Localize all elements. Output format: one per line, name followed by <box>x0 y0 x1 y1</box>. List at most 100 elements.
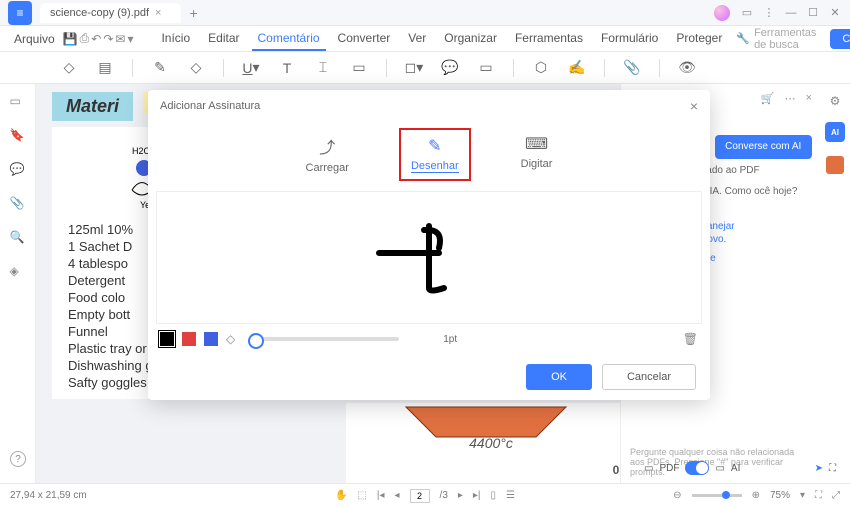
undo-icon[interactable]: ↶ <box>91 29 101 49</box>
thumbnails-icon[interactable]: ▭ <box>10 94 26 110</box>
modal-title: Adicionar Assinatura <box>160 100 260 112</box>
attachments-panel-icon[interactable]: 📎 <box>10 196 26 212</box>
left-rail: ▭ 🔖 💬 📎 🔍 ◈ <box>0 84 36 483</box>
more-icon[interactable]: ⋮ <box>760 4 778 22</box>
menu-comentario[interactable]: Comentário <box>252 27 326 51</box>
eraser-tool-icon[interactable]: ◇ <box>226 332 235 346</box>
show-comments-icon[interactable]: 👁 <box>678 59 696 77</box>
signature-canvas[interactable] <box>156 191 702 324</box>
user-avatar-icon[interactable] <box>714 5 730 21</box>
draw-icon: ✎ <box>428 136 441 156</box>
tab-title: science-copy (9).pdf <box>50 7 149 19</box>
page-number: 03 <box>613 463 620 477</box>
new-tab-button[interactable]: + <box>189 5 197 21</box>
minimize-button[interactable]: ― <box>782 4 800 22</box>
status-bar: 27,94 x 21,59 cm ✋ ⬚ |◂ ◂ /3 ▸ ▸| ▯ ☰ ⊖ … <box>0 483 850 507</box>
menu-editar[interactable]: Editar <box>202 27 245 51</box>
modal-close-button[interactable]: × <box>690 98 698 114</box>
color-blue-swatch[interactable] <box>204 332 218 346</box>
zoom-out-icon[interactable]: ⊖ <box>673 490 681 501</box>
app-logo: ≡ <box>8 1 32 25</box>
page-input[interactable] <box>410 489 430 503</box>
single-page-icon[interactable]: ▯ <box>491 490 497 501</box>
first-page-icon[interactable]: |◂ <box>377 490 385 501</box>
fullscreen-icon[interactable]: ⤢ <box>832 490 840 501</box>
panel-close-icon[interactable]: × <box>806 92 812 105</box>
document-tab[interactable]: science-copy (9).pdf × <box>40 3 181 23</box>
settings-icon[interactable]: ⚙ <box>830 94 841 108</box>
cart-icon[interactable]: 🛒 <box>761 92 775 105</box>
textbox-icon[interactable]: ⌶ <box>314 59 332 77</box>
save-icon[interactable]: 💾 <box>63 29 78 49</box>
file-menu[interactable]: Arquivo <box>8 32 61 46</box>
draw-tab[interactable]: ✎ Desenhar <box>399 128 471 181</box>
bookmark-icon[interactable]: 🔖 <box>10 128 26 144</box>
zoom-dropdown-icon[interactable]: ▾ <box>800 490 805 501</box>
help-icon[interactable]: ? <box>10 451 26 467</box>
select-tool-icon[interactable]: ⬚ <box>357 490 366 501</box>
prev-page-icon[interactable]: ◂ <box>395 490 400 501</box>
pencil-icon[interactable]: ✎ <box>151 59 169 77</box>
add-signature-modal: Adicionar Assinatura × ⤴ Carregar ✎ Dese… <box>148 90 710 400</box>
converse-ai-button[interactable]: Converse com AI <box>715 135 813 159</box>
attachment-icon[interactable]: 📎 <box>623 59 641 77</box>
page-total: /3 <box>440 490 448 501</box>
mode-toggle[interactable] <box>685 461 709 475</box>
text-icon[interactable]: T <box>278 59 296 77</box>
eraser-icon[interactable]: ◇ <box>187 59 205 77</box>
note-icon[interactable]: ▤ <box>96 59 114 77</box>
comments-panel-icon[interactable]: 💬 <box>10 162 26 178</box>
hand-tool-icon[interactable]: ✋ <box>335 490 347 501</box>
menu-inicio[interactable]: Início <box>155 27 196 51</box>
message-icon[interactable]: ▭ <box>738 4 756 22</box>
thickness-value: 1pt <box>443 334 457 345</box>
panel-more-icon[interactable]: ⋯ <box>785 92 796 105</box>
callout-icon[interactable]: ▭ <box>350 59 368 77</box>
next-page-icon[interactable]: ▸ <box>458 490 463 501</box>
expand-icon[interactable]: ⛶ <box>829 463 836 474</box>
close-tab-icon[interactable]: × <box>155 7 161 19</box>
close-window-button[interactable]: ✕ <box>826 4 844 22</box>
send-icon[interactable]: ➤ <box>815 463 823 474</box>
dropdown-icon[interactable]: ▾ <box>127 29 133 49</box>
sticky-icon[interactable]: ▭ <box>477 59 495 77</box>
underline-icon[interactable]: U▾ <box>242 59 260 77</box>
type-tab[interactable]: ⌨ Digitar <box>511 128 563 181</box>
menu-converter[interactable]: Converter <box>332 27 397 51</box>
comment-icon[interactable]: 💬 <box>441 59 459 77</box>
shape-icon[interactable]: ◻▾ <box>405 59 423 77</box>
color-red-swatch[interactable] <box>182 332 196 346</box>
tool-search[interactable]: 🔧 Ferramentas de busca <box>736 27 816 51</box>
share-button[interactable]: Compartilhe <box>830 29 850 49</box>
menu-formulario[interactable]: Formulário <box>595 27 664 51</box>
signature-stroke <box>369 218 489 298</box>
menu-ver[interactable]: Ver <box>402 27 432 51</box>
app-badge-icon[interactable] <box>826 156 844 174</box>
signature-icon[interactable]: ✍ <box>568 59 586 77</box>
menu-proteger[interactable]: Proteger <box>670 27 728 51</box>
menu-ferramentas[interactable]: Ferramentas <box>509 27 589 51</box>
continuous-icon[interactable]: ☰ <box>506 490 515 501</box>
upload-tab[interactable]: ⤴ Carregar <box>296 128 359 181</box>
ai-badge-icon[interactable]: AI <box>825 122 845 142</box>
upload-icon: ⤴ <box>319 134 335 158</box>
stamp-icon[interactable]: ⬡ <box>532 59 550 77</box>
redo-icon[interactable]: ↷ <box>103 29 113 49</box>
cancel-button[interactable]: Cancelar <box>602 364 696 390</box>
fit-page-icon[interactable]: ⛶ <box>815 490 822 501</box>
last-page-icon[interactable]: ▸| <box>473 490 481 501</box>
maximize-button[interactable]: ☐ <box>804 4 822 22</box>
zoom-slider[interactable] <box>692 494 742 497</box>
menu-organizar[interactable]: Organizar <box>438 27 503 51</box>
print-icon[interactable]: ⎙ <box>80 29 90 49</box>
zoom-in-icon[interactable]: ⊕ <box>752 490 760 501</box>
clear-signature-button[interactable]: 🗑 <box>683 332 698 346</box>
color-black-swatch[interactable] <box>160 332 174 346</box>
mail-icon[interactable]: ✉ <box>115 29 125 49</box>
zoom-value: 75% <box>770 490 790 501</box>
ok-button[interactable]: OK <box>526 364 592 390</box>
layers-icon[interactable]: ◈ <box>10 264 26 280</box>
thickness-slider[interactable] <box>249 337 399 341</box>
highlight-icon[interactable]: ◇ <box>60 59 78 77</box>
search-icon[interactable]: 🔍 <box>10 230 26 246</box>
